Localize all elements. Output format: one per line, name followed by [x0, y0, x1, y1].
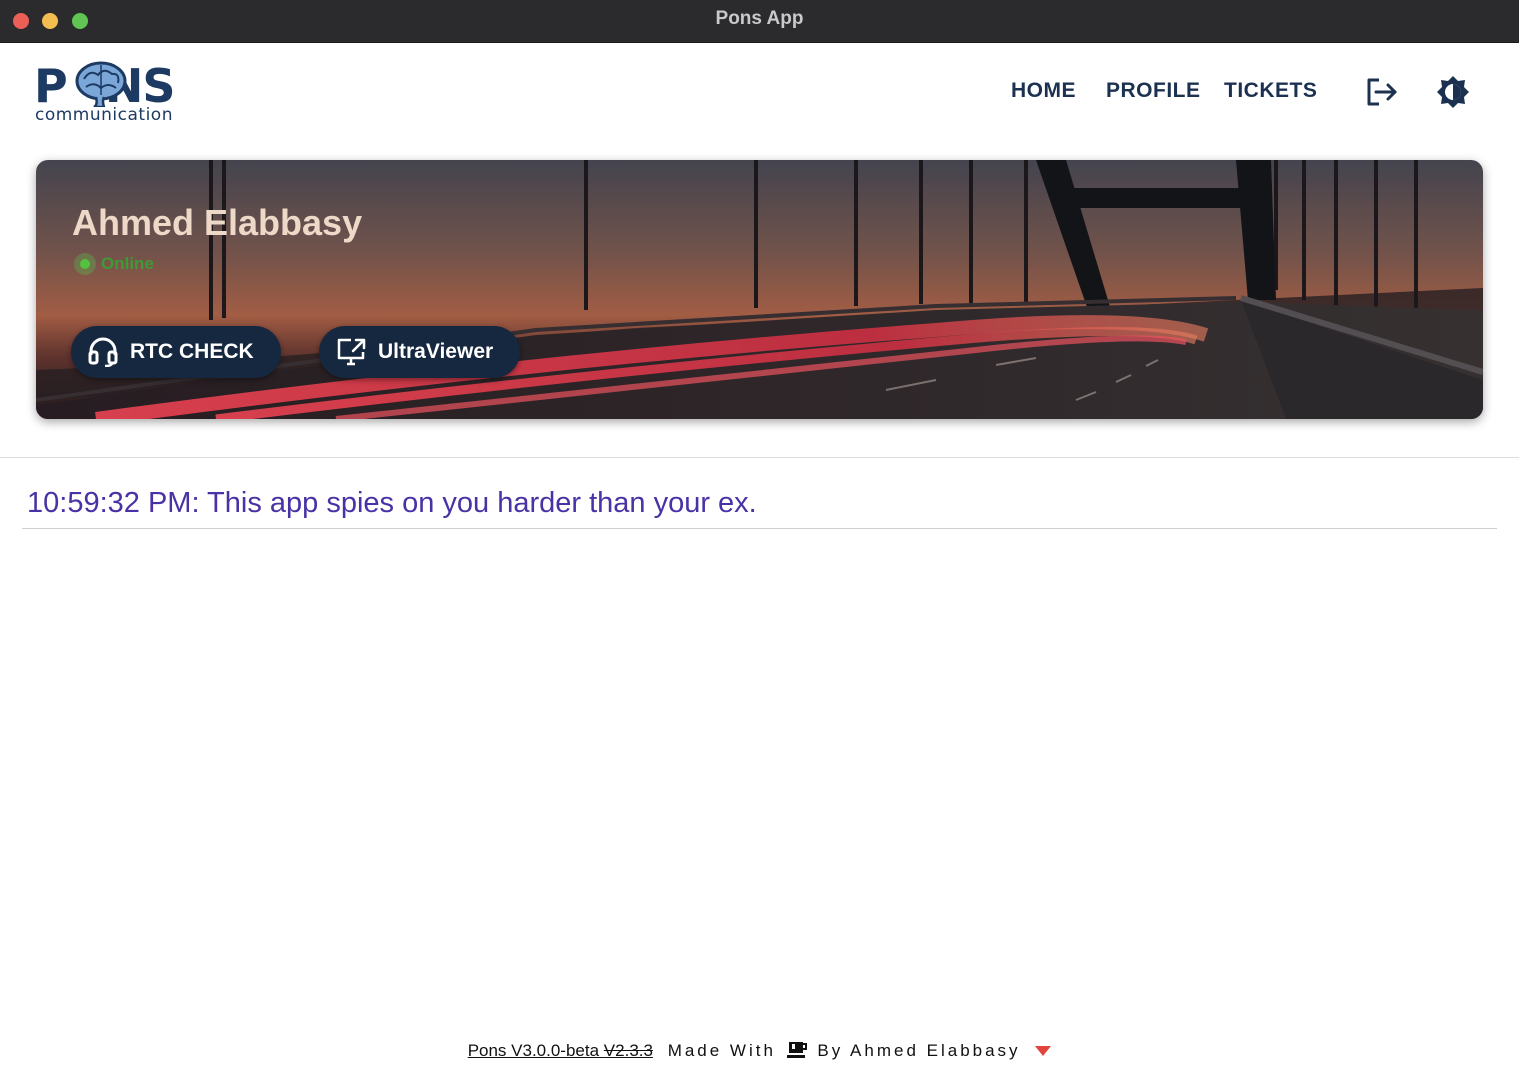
section-divider [0, 457, 1519, 458]
title-bar: Pons App [0, 0, 1519, 43]
bridge-background-image [36, 160, 1483, 419]
caret-down-icon[interactable] [1035, 1046, 1052, 1056]
remote-screen-icon [337, 338, 366, 366]
nav-home[interactable]: HOME [1011, 79, 1076, 103]
made-with-text: Made With [667, 1041, 776, 1060]
ultraviewer-label: UltraViewer [378, 340, 494, 363]
ultraviewer-button[interactable]: UltraViewer [319, 326, 520, 378]
app-header: PONS communication HOME PROFILE TICKETS [0, 43, 1519, 143]
user-name: Ahmed Elabbasy [72, 202, 363, 243]
app-logo[interactable]: PONS communication [34, 61, 194, 127]
author-text: By Ahmed Elabbasy [817, 1041, 1021, 1060]
logo-subtitle: communication [35, 105, 173, 125]
current-version: Pons V3.0.0-beta [467, 1041, 600, 1060]
rtc-check-button[interactable]: RTC CHECK [71, 326, 281, 378]
app-window: Pons App PONS communication HOME PROFILE… [0, 0, 1519, 1080]
message-text: 10:59:32 PM: This app spies on you harde… [27, 487, 757, 519]
old-version: V2.3.3 [603, 1041, 653, 1060]
coffee-icon [786, 1042, 807, 1058]
window-title: Pons App [715, 8, 804, 29]
nav-profile[interactable]: PROFILE [1106, 79, 1201, 103]
status-label: Online [101, 254, 154, 273]
headset-icon [88, 337, 118, 367]
brightness-icon[interactable] [1436, 75, 1470, 109]
logout-icon[interactable] [1364, 75, 1398, 109]
version-link[interactable]: Pons V3.0.0-beta V2.3.3 [468, 1041, 653, 1060]
brain-icon [75, 61, 127, 107]
nav-tickets[interactable]: TICKETS [1224, 79, 1317, 103]
message-item: 10:59:32 PM: This app spies on you harde… [22, 483, 1497, 529]
rtc-check-label: RTC CHECK [130, 340, 254, 363]
profile-banner: Ahmed Elabbasy Online RTC CHECK UltraVie… [36, 160, 1483, 419]
footer: Pons V3.0.0-beta V2.3.3 Made With By Ahm… [0, 1040, 1519, 1070]
status-dot-icon [74, 253, 96, 275]
